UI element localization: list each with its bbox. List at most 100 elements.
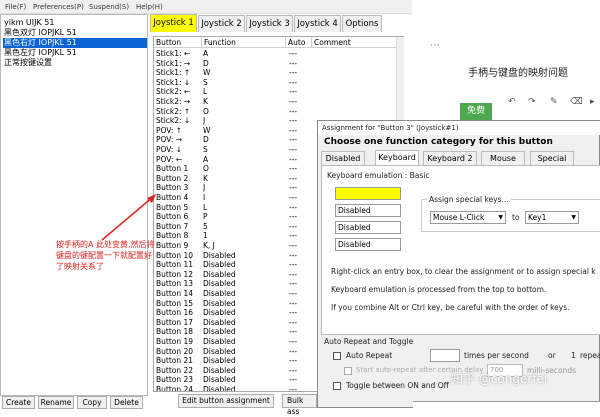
row-auto: --- — [289, 260, 298, 270]
tab-joystick-4[interactable]: Joystick 4 — [294, 15, 341, 32]
dialog-title: Assignment for "Button 3" (Joystick#1) — [318, 121, 600, 135]
column-header-function: Function — [202, 37, 286, 48]
tab-mouse[interactable]: Mouse — [481, 151, 525, 165]
tab-joystick-2[interactable]: Joystick 2 — [198, 15, 245, 32]
row-button: Button 22 — [156, 365, 194, 375]
key-entry-1[interactable]: J — [335, 187, 401, 200]
row-button: Button 17 — [156, 317, 194, 327]
row-button: Button 10 — [156, 250, 194, 260]
menu-file[interactable]: File(F) — [5, 3, 26, 11]
tab-keyboard[interactable]: Keyboard — [375, 150, 419, 165]
row-auto: --- — [289, 337, 298, 346]
row-function: Disabled — [203, 317, 236, 327]
row-button: Button 3 — [156, 183, 189, 193]
repeat-rate-input[interactable] — [430, 349, 460, 362]
row-button: Button 24 — [156, 385, 194, 392]
row-function: Disabled — [203, 356, 236, 366]
row-function: J — [203, 183, 206, 193]
row-function: D — [203, 58, 209, 68]
doc-title: 手柄与键盘的映射问题 — [468, 68, 568, 79]
create-button[interactable]: Create — [2, 396, 35, 409]
menu-help[interactable]: Help(H) — [136, 3, 163, 11]
auto-repeat-checkbox[interactable] — [333, 352, 341, 360]
key-entry-3[interactable]: Disabled — [335, 221, 401, 234]
repeat-label-truncated: repea — [580, 351, 600, 360]
row-auto: --- — [289, 77, 298, 87]
format-painter-icon[interactable]: ✎ — [550, 97, 558, 107]
column-header-button: Button — [154, 37, 202, 48]
table-row[interactable]: Stick1: ↑ W --- — [154, 68, 394, 78]
target-key-select[interactable]: Key1 ▼ — [525, 211, 579, 224]
row-auto: --- — [289, 221, 298, 231]
rename-button[interactable]: Rename — [38, 396, 74, 409]
copy-button[interactable]: Copy — [77, 396, 107, 409]
profile-item[interactable]: 黑色左灯 IOPJKL 51 — [3, 48, 147, 58]
or-label: or — [548, 351, 556, 360]
undo-icon[interactable]: ↶ — [508, 97, 516, 107]
menu-preferences[interactable]: Preferences(P) — [33, 3, 84, 11]
row-auto: --- — [289, 116, 298, 126]
row-function: Disabled — [203, 365, 236, 375]
profile-item[interactable]: 正常按键设置 — [3, 58, 147, 68]
row-function: L — [203, 202, 208, 212]
redo-icon[interactable]: ↷ — [528, 97, 536, 107]
delete-button[interactable]: Delete — [110, 396, 143, 409]
row-button: Stick1: → — [156, 58, 191, 68]
profile-item[interactable]: yikm UIJK 51 — [3, 18, 147, 28]
row-function: A — [203, 154, 209, 164]
eraser-icon[interactable]: ⌫ — [570, 97, 583, 107]
table-row[interactable]: Stick2: → K --- — [154, 97, 394, 107]
key-entry-4[interactable]: Disabled — [335, 238, 401, 251]
profile-item-selected[interactable]: 黑色右灯 IOPJKL 51 — [3, 38, 147, 48]
column-header-comment: Comment — [312, 37, 398, 48]
row-function: S — [203, 145, 208, 154]
row-auto: --- — [289, 346, 298, 356]
profile-item[interactable]: 黑色双灯 IOPJKL 51 — [3, 28, 147, 38]
row-function: 5 — [203, 221, 208, 231]
row-button: Stick2: → — [156, 97, 191, 106]
key-entry-2[interactable]: Disabled — [335, 204, 401, 217]
row-auto: --- — [289, 58, 298, 68]
row-auto: --- — [289, 106, 298, 116]
edit-button-assignment-button[interactable]: Edit button assignment — [178, 394, 274, 408]
menu-suspend[interactable]: Suspend(S) — [89, 3, 129, 11]
tab-joystick-1[interactable]: Joystick 1 — [150, 14, 197, 32]
row-function: L — [203, 87, 208, 97]
start-delay-checkbox[interactable] — [344, 367, 352, 375]
row-button: POV: ↑ — [156, 125, 183, 135]
row-button: Button 1 — [156, 164, 189, 174]
tab-keyboard-2[interactable]: Keyboard 2 — [423, 151, 477, 165]
row-button: Button 21 — [156, 356, 194, 366]
assignment-dialog: Assignment for "Button 3" (Joystick#1) C… — [317, 120, 600, 409]
row-function: J — [203, 116, 206, 126]
auto-repeat-group-label: Auto Repeat and Toggle — [324, 337, 414, 346]
tab-special[interactable]: Special — [530, 151, 574, 165]
table-row[interactable]: Stick1: ↓ S --- — [154, 78, 394, 88]
row-button: Stick2: ↓ — [156, 116, 191, 126]
times-per-second-label: times per second — [464, 351, 529, 360]
table-row[interactable]: Stick1: → D --- — [154, 59, 394, 69]
table-row[interactable]: Stick2: ↑ O --- — [154, 107, 394, 117]
row-function: Disabled — [203, 279, 236, 289]
toggle-checkbox[interactable] — [333, 382, 341, 390]
row-function: W — [203, 68, 211, 78]
more-icon[interactable]: ▸ — [590, 97, 595, 107]
one-label: 1 — [571, 351, 576, 360]
auto-repeat-label: Auto Repeat — [346, 351, 393, 360]
row-button: Button 12 — [156, 269, 194, 279]
tab-options[interactable]: Options — [342, 15, 382, 32]
tab-disabled[interactable]: Disabled — [321, 151, 365, 165]
row-auto: --- — [289, 49, 298, 58]
row-function: S — [203, 77, 208, 87]
row-function: D — [203, 135, 209, 145]
table-row[interactable]: Stick2: ← L --- — [154, 87, 394, 97]
row-button: Stick2: ↑ — [156, 106, 191, 116]
row-function: K — [203, 97, 208, 106]
table-row[interactable]: Stick1: ← A --- — [154, 49, 394, 59]
info-right-click: Right-click an entry box, to clear the a… — [331, 267, 596, 276]
row-auto: --- — [289, 365, 298, 375]
tab-joystick-3[interactable]: Joystick 3 — [246, 15, 293, 32]
row-auto: --- — [289, 317, 298, 327]
special-key-select[interactable]: Mouse L-Click ▼ — [430, 211, 506, 224]
bulk-assignment-button[interactable]: Bulk ass — [282, 394, 317, 416]
